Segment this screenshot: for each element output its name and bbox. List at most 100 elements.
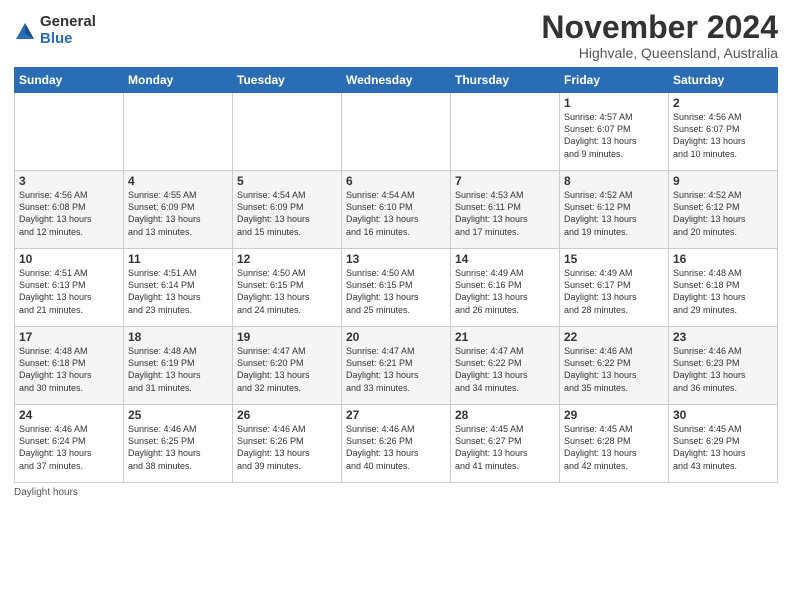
day-number: 11 bbox=[128, 252, 228, 266]
day-cell: 7Sunrise: 4:53 AM Sunset: 6:11 PM Daylig… bbox=[451, 171, 560, 249]
location-title: Highvale, Queensland, Australia bbox=[541, 45, 778, 61]
day-info: Sunrise: 4:52 AM Sunset: 6:12 PM Dayligh… bbox=[673, 189, 773, 238]
day-cell: 5Sunrise: 4:54 AM Sunset: 6:09 PM Daylig… bbox=[233, 171, 342, 249]
week-row-4: 17Sunrise: 4:48 AM Sunset: 6:18 PM Dayli… bbox=[15, 327, 778, 405]
day-info: Sunrise: 4:48 AM Sunset: 6:19 PM Dayligh… bbox=[128, 345, 228, 394]
day-cell: 26Sunrise: 4:46 AM Sunset: 6:26 PM Dayli… bbox=[233, 405, 342, 483]
day-number: 18 bbox=[128, 330, 228, 344]
day-info: Sunrise: 4:47 AM Sunset: 6:21 PM Dayligh… bbox=[346, 345, 446, 394]
day-info: Sunrise: 4:51 AM Sunset: 6:13 PM Dayligh… bbox=[19, 267, 119, 316]
day-number: 3 bbox=[19, 174, 119, 188]
week-row-5: 24Sunrise: 4:46 AM Sunset: 6:24 PM Dayli… bbox=[15, 405, 778, 483]
col-header-thursday: Thursday bbox=[451, 68, 560, 93]
day-cell: 19Sunrise: 4:47 AM Sunset: 6:20 PM Dayli… bbox=[233, 327, 342, 405]
day-info: Sunrise: 4:46 AM Sunset: 6:26 PM Dayligh… bbox=[237, 423, 337, 472]
day-cell: 25Sunrise: 4:46 AM Sunset: 6:25 PM Dayli… bbox=[124, 405, 233, 483]
day-info: Sunrise: 4:47 AM Sunset: 6:20 PM Dayligh… bbox=[237, 345, 337, 394]
day-cell: 23Sunrise: 4:46 AM Sunset: 6:23 PM Dayli… bbox=[669, 327, 778, 405]
day-cell: 3Sunrise: 4:56 AM Sunset: 6:08 PM Daylig… bbox=[15, 171, 124, 249]
day-cell: 24Sunrise: 4:46 AM Sunset: 6:24 PM Dayli… bbox=[15, 405, 124, 483]
day-number: 9 bbox=[673, 174, 773, 188]
day-number: 28 bbox=[455, 408, 555, 422]
day-info: Sunrise: 4:50 AM Sunset: 6:15 PM Dayligh… bbox=[237, 267, 337, 316]
day-number: 23 bbox=[673, 330, 773, 344]
day-cell: 11Sunrise: 4:51 AM Sunset: 6:14 PM Dayli… bbox=[124, 249, 233, 327]
col-header-monday: Monday bbox=[124, 68, 233, 93]
col-header-sunday: Sunday bbox=[15, 68, 124, 93]
day-cell: 8Sunrise: 4:52 AM Sunset: 6:12 PM Daylig… bbox=[560, 171, 669, 249]
day-cell: 1Sunrise: 4:57 AM Sunset: 6:07 PM Daylig… bbox=[560, 93, 669, 171]
page-header: General Blue November 2024 Highvale, Que… bbox=[14, 10, 778, 61]
day-cell: 14Sunrise: 4:49 AM Sunset: 6:16 PM Dayli… bbox=[451, 249, 560, 327]
day-cell: 30Sunrise: 4:45 AM Sunset: 6:29 PM Dayli… bbox=[669, 405, 778, 483]
day-cell: 10Sunrise: 4:51 AM Sunset: 6:13 PM Dayli… bbox=[15, 249, 124, 327]
day-info: Sunrise: 4:49 AM Sunset: 6:16 PM Dayligh… bbox=[455, 267, 555, 316]
day-info: Sunrise: 4:56 AM Sunset: 6:07 PM Dayligh… bbox=[673, 111, 773, 160]
month-title: November 2024 bbox=[541, 10, 778, 45]
day-cell bbox=[451, 93, 560, 171]
day-number: 2 bbox=[673, 96, 773, 110]
day-info: Sunrise: 4:46 AM Sunset: 6:24 PM Dayligh… bbox=[19, 423, 119, 472]
week-row-1: 1Sunrise: 4:57 AM Sunset: 6:07 PM Daylig… bbox=[15, 93, 778, 171]
col-header-saturday: Saturday bbox=[669, 68, 778, 93]
day-info: Sunrise: 4:45 AM Sunset: 6:27 PM Dayligh… bbox=[455, 423, 555, 472]
day-cell bbox=[15, 93, 124, 171]
day-info: Sunrise: 4:45 AM Sunset: 6:28 PM Dayligh… bbox=[564, 423, 664, 472]
logo-text: General Blue bbox=[40, 14, 96, 47]
day-cell: 21Sunrise: 4:47 AM Sunset: 6:22 PM Dayli… bbox=[451, 327, 560, 405]
day-number: 4 bbox=[128, 174, 228, 188]
day-number: 13 bbox=[346, 252, 446, 266]
day-number: 29 bbox=[564, 408, 664, 422]
day-info: Sunrise: 4:46 AM Sunset: 6:22 PM Dayligh… bbox=[564, 345, 664, 394]
day-cell: 20Sunrise: 4:47 AM Sunset: 6:21 PM Dayli… bbox=[342, 327, 451, 405]
day-info: Sunrise: 4:54 AM Sunset: 6:09 PM Dayligh… bbox=[237, 189, 337, 238]
logo-general: General bbox=[40, 14, 96, 31]
day-number: 27 bbox=[346, 408, 446, 422]
day-number: 12 bbox=[237, 252, 337, 266]
day-cell: 28Sunrise: 4:45 AM Sunset: 6:27 PM Dayli… bbox=[451, 405, 560, 483]
day-cell: 16Sunrise: 4:48 AM Sunset: 6:18 PM Dayli… bbox=[669, 249, 778, 327]
day-number: 22 bbox=[564, 330, 664, 344]
day-info: Sunrise: 4:45 AM Sunset: 6:29 PM Dayligh… bbox=[673, 423, 773, 472]
col-header-tuesday: Tuesday bbox=[233, 68, 342, 93]
day-info: Sunrise: 4:54 AM Sunset: 6:10 PM Dayligh… bbox=[346, 189, 446, 238]
calendar-table: SundayMondayTuesdayWednesdayThursdayFrid… bbox=[14, 67, 778, 483]
day-number: 14 bbox=[455, 252, 555, 266]
day-number: 17 bbox=[19, 330, 119, 344]
day-info: Sunrise: 4:50 AM Sunset: 6:15 PM Dayligh… bbox=[346, 267, 446, 316]
day-info: Sunrise: 4:55 AM Sunset: 6:09 PM Dayligh… bbox=[128, 189, 228, 238]
day-cell: 2Sunrise: 4:56 AM Sunset: 6:07 PM Daylig… bbox=[669, 93, 778, 171]
day-number: 10 bbox=[19, 252, 119, 266]
col-header-friday: Friday bbox=[560, 68, 669, 93]
day-number: 30 bbox=[673, 408, 773, 422]
logo: General Blue bbox=[14, 14, 96, 47]
day-cell: 9Sunrise: 4:52 AM Sunset: 6:12 PM Daylig… bbox=[669, 171, 778, 249]
col-header-wednesday: Wednesday bbox=[342, 68, 451, 93]
footer: Daylight hours bbox=[14, 487, 778, 498]
day-number: 6 bbox=[346, 174, 446, 188]
day-number: 5 bbox=[237, 174, 337, 188]
day-cell: 4Sunrise: 4:55 AM Sunset: 6:09 PM Daylig… bbox=[124, 171, 233, 249]
day-cell: 22Sunrise: 4:46 AM Sunset: 6:22 PM Dayli… bbox=[560, 327, 669, 405]
day-number: 1 bbox=[564, 96, 664, 110]
day-number: 19 bbox=[237, 330, 337, 344]
day-cell bbox=[342, 93, 451, 171]
day-number: 8 bbox=[564, 174, 664, 188]
day-info: Sunrise: 4:51 AM Sunset: 6:14 PM Dayligh… bbox=[128, 267, 228, 316]
day-info: Sunrise: 4:47 AM Sunset: 6:22 PM Dayligh… bbox=[455, 345, 555, 394]
day-number: 25 bbox=[128, 408, 228, 422]
page-container: General Blue November 2024 Highvale, Que… bbox=[0, 0, 792, 506]
title-block: November 2024 Highvale, Queensland, Aust… bbox=[541, 10, 778, 61]
day-info: Sunrise: 4:49 AM Sunset: 6:17 PM Dayligh… bbox=[564, 267, 664, 316]
day-info: Sunrise: 4:46 AM Sunset: 6:26 PM Dayligh… bbox=[346, 423, 446, 472]
day-info: Sunrise: 4:48 AM Sunset: 6:18 PM Dayligh… bbox=[19, 345, 119, 394]
day-info: Sunrise: 4:46 AM Sunset: 6:25 PM Dayligh… bbox=[128, 423, 228, 472]
logo-icon bbox=[14, 21, 36, 43]
day-cell: 27Sunrise: 4:46 AM Sunset: 6:26 PM Dayli… bbox=[342, 405, 451, 483]
day-cell: 18Sunrise: 4:48 AM Sunset: 6:19 PM Dayli… bbox=[124, 327, 233, 405]
header-row: SundayMondayTuesdayWednesdayThursdayFrid… bbox=[15, 68, 778, 93]
day-info: Sunrise: 4:52 AM Sunset: 6:12 PM Dayligh… bbox=[564, 189, 664, 238]
week-row-3: 10Sunrise: 4:51 AM Sunset: 6:13 PM Dayli… bbox=[15, 249, 778, 327]
day-number: 20 bbox=[346, 330, 446, 344]
day-number: 16 bbox=[673, 252, 773, 266]
